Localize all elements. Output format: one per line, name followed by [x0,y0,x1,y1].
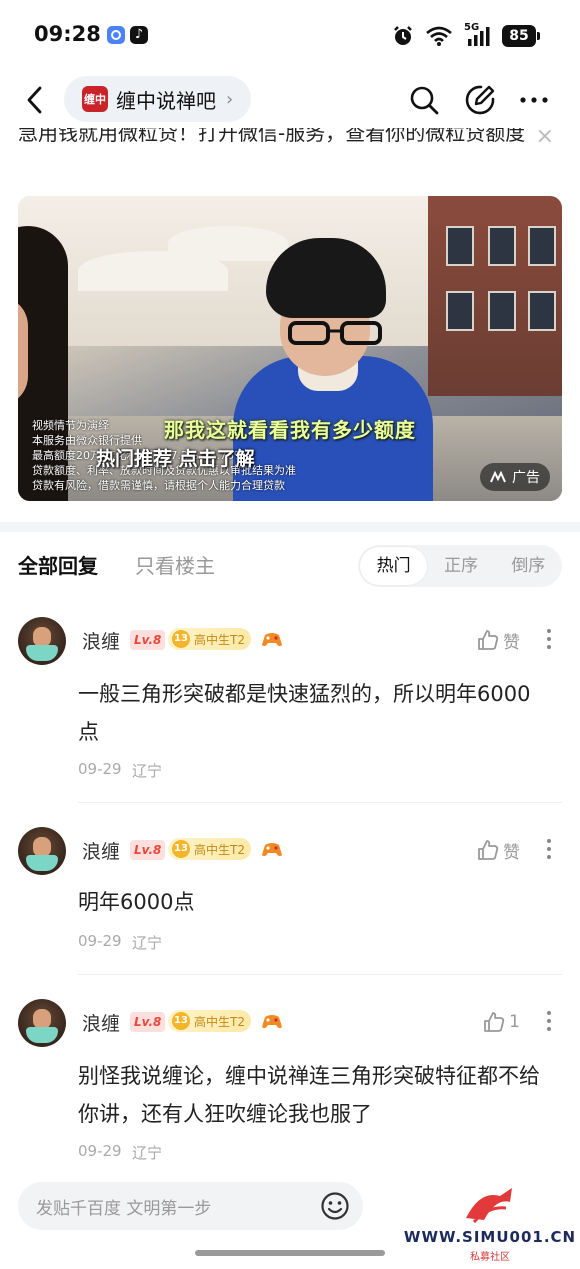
gamepad-icon [262,633,282,647]
home-indicator[interactable] [195,1250,385,1256]
level-badge: Lv.8 [130,1012,166,1032]
thumbs-up-icon [484,1012,505,1032]
comment-separator [78,974,562,975]
title-text: 高中生T2 [194,632,245,647]
level-badge: Lv.8 [130,840,166,860]
comment-separator [78,802,562,803]
title-text: 高中生T2 [194,1014,245,1029]
post-content: 急用钱就用微粒贷！打开微信-服务，查看你的微粒贷额度 [0,128,580,190]
thumbs-up-icon [478,630,499,650]
comment-date: 09-29 [78,760,122,778]
comment-item: 浪缠 Lv.8 13 高中生T2 1 别怪我说缠论，缠中说禅连三角形突破特征都不… [0,999,580,1169]
wifi-icon [426,26,452,46]
comment-item: 浪缠 Lv.8 13 高中生T2 赞 一般三角形突破都是快速猛烈的，所以明年60… [0,617,580,797]
ad-video-card[interactable]: 那我这就看看我有多少额度 视频情节为演绎 本服务由微众银行提供 最高额度20万 … [18,196,562,501]
reply-input-placeholder: 发贴千百度 文明第一步 [36,1198,212,1219]
edit-icon[interactable] [464,84,496,116]
ad-glasses [288,321,382,345]
battery-indicator: 85 [502,25,540,47]
more-options-icon[interactable] [546,1011,552,1035]
title-number: 13 [172,1012,190,1030]
like-button[interactable]: 赞 [477,627,520,653]
tab-only-op[interactable]: 只看楼主 [135,550,215,579]
username[interactable]: 浪缠 [82,1009,120,1036]
sort-hot[interactable]: 热门 [360,547,428,585]
chevron-right-icon: › [226,88,234,110]
sort-toggle: 热门 正序 倒序 [358,545,562,587]
signal-icon: 5G [464,22,490,47]
avatar[interactable] [18,827,66,875]
comment-location: 辽宁 [132,934,163,952]
tiktok-notification-icon: ♪ [130,26,148,44]
comment-item: 浪缠 Lv.8 13 高中生T2 赞 明年6000点 09-29 辽宁 [0,827,580,967]
sort-descending[interactable]: 倒序 [495,547,562,585]
comment-text: 明年6000点 [78,890,195,914]
alarm-icon [394,26,412,45]
back-button[interactable] [20,82,50,118]
comment-text: 一般三角形突破都是快速猛烈的，所以明年6000点 [78,682,531,744]
like-button[interactable]: 赞 [477,837,520,863]
comment-location: 辽宁 [132,1144,163,1162]
reply-header: 全部回复 只看楼主 热门 正序 倒序 [0,542,580,592]
like-label: 赞 [503,842,520,863]
avatar[interactable] [18,617,66,665]
title-badge: 13 高中生T2 [168,838,251,860]
close-ad-icon[interactable]: × [536,124,554,149]
comment-location: 辽宁 [132,762,163,780]
ad-hot-link[interactable]: 热门推荐 点击了解 [96,444,255,471]
status-bar: 09:28 ♪ 5G 85 [0,0,580,70]
level-badge: Lv.8 [130,630,166,650]
nav-bar: 缠中 缠中说禅吧 › [0,72,580,128]
like-count: 1 [509,1012,520,1032]
forum-name: 缠中说禅吧 [116,88,216,113]
thumbs-up-icon [478,840,499,860]
title-number: 13 [172,630,190,648]
watermark: WWW.SIMU001.CN 私募社区 [402,1182,578,1263]
title-badge: 13 高中生T2 [168,1010,251,1032]
username[interactable]: 浪缠 [82,627,120,654]
more-icon[interactable] [518,84,550,116]
watermark-logo [466,1188,512,1224]
ad-badge[interactable]: 广告 [480,463,550,491]
gamepad-icon [262,843,282,857]
post-text: 急用钱就用微粒贷！打开微信-服务，查看你的微粒贷额度 [18,128,526,145]
more-options-icon[interactable] [546,629,552,653]
forum-logo: 缠中 [82,86,108,112]
search-icon[interactable] [408,84,440,116]
comment-date: 09-29 [78,932,122,950]
status-icons: 5G 85 [392,22,540,48]
section-divider [0,522,580,532]
avatar[interactable] [18,999,66,1047]
title-text: 高中生T2 [194,842,245,857]
emoji-icon[interactable] [320,1191,350,1221]
status-time: 09:28 [34,22,101,46]
more-options-icon[interactable] [546,839,552,863]
watermark-url: WWW.SIMU001.CN [403,1228,577,1246]
reply-input[interactable]: 发贴千百度 文明第一步 [18,1182,363,1230]
title-number: 13 [172,840,190,858]
watermark-subtitle: 私募社区 [470,1252,510,1263]
gamepad-icon [262,1015,282,1029]
ad-badge-label: 广告 [512,470,540,486]
like-button[interactable]: 1 [483,1009,520,1035]
ad-logo-icon [490,471,506,483]
comment-text: 别怪我说缠论，缠中说禅连三角形突破特征都不给你讲，还有人狂吹缠论我也服了 [78,1064,540,1126]
username[interactable]: 浪缠 [82,837,120,864]
app-notification-icon [107,26,125,44]
like-label: 赞 [503,632,520,653]
comment-date: 09-29 [78,1142,122,1160]
ad-umbrella [168,226,288,261]
ad-building [428,196,562,396]
title-badge: 13 高中生T2 [168,628,251,650]
sort-ascending[interactable]: 正序 [427,547,494,585]
forum-entry-button[interactable]: 缠中 缠中说禅吧 › [64,76,252,122]
tab-all-replies[interactable]: 全部回复 [18,550,98,579]
